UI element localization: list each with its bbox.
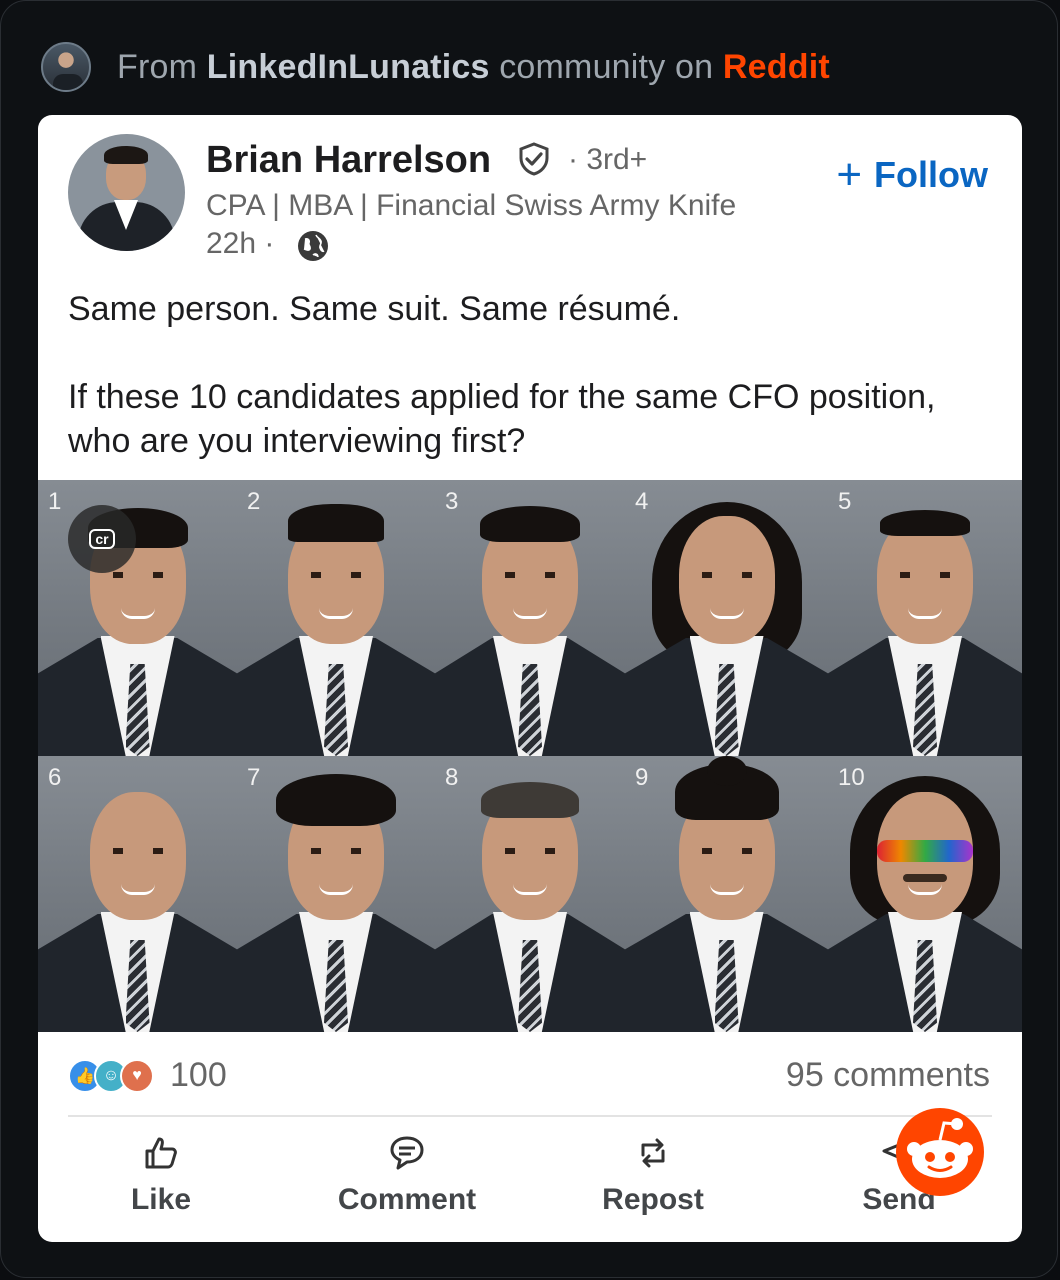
- globe-icon: [298, 231, 328, 261]
- comments-count[interactable]: 95 comments: [786, 1056, 990, 1095]
- like-label: Like: [130, 1183, 192, 1216]
- post-body: Same person. Same suit. Same résumé. If …: [68, 287, 988, 463]
- candidate-number: 3: [445, 488, 459, 515]
- source-middle: community on: [489, 47, 723, 86]
- repost-button[interactable]: Repost: [553, 1133, 753, 1233]
- source-prefix: From: [117, 47, 207, 86]
- author-avatar[interactable]: [68, 134, 185, 251]
- candidate-number: 9: [635, 764, 649, 791]
- candidate-number: 4: [635, 488, 649, 515]
- candidate-photo[interactable]: 6: [38, 756, 237, 1032]
- comment-icon: [390, 1136, 424, 1170]
- divider: [68, 1115, 992, 1117]
- comment-button[interactable]: Comment: [307, 1133, 507, 1233]
- follow-label: Follow: [874, 154, 988, 195]
- thumbs-up-icon: [145, 1137, 177, 1169]
- candidate-photo[interactable]: 1: [38, 480, 237, 756]
- post-text-line-1: Same person. Same suit. Same résumé.: [68, 290, 681, 328]
- platform-link[interactable]: Reddit: [723, 48, 830, 86]
- source-line: From LinkedInLunatics community on Reddi…: [117, 48, 830, 87]
- candidate-photo[interactable]: 5: [828, 480, 1022, 756]
- candidate-number: 7: [247, 764, 261, 791]
- linkedin-post-card: Brian Harrelson · 3rd+ CPA | MBA | Finan…: [38, 115, 1022, 1242]
- love-reaction-icon: ♥: [120, 1058, 154, 1093]
- plus-icon: +: [836, 150, 863, 199]
- post-image-grid[interactable]: 1 2 3 4 5 6 7 8 9 10: [38, 480, 1022, 1032]
- candidate-number: 8: [445, 764, 459, 791]
- repost-label: Repost: [602, 1183, 704, 1216]
- candidate-number: 2: [247, 488, 261, 515]
- candidate-number: 6: [48, 764, 62, 791]
- author-name[interactable]: Brian Harrelson: [206, 139, 491, 182]
- candidate-photo[interactable]: 10: [828, 756, 1022, 1032]
- like-button[interactable]: Like: [61, 1133, 261, 1233]
- repost-icon: [641, 1138, 665, 1168]
- candidate-photo[interactable]: 9: [625, 756, 828, 1032]
- reactions-summary[interactable]: 👍 ☺ ♥ 100: [68, 1056, 227, 1095]
- comment-label: Comment: [337, 1183, 477, 1216]
- content-credentials-badge[interactable]: cr: [68, 505, 136, 573]
- connection-degree: · 3rd+: [568, 143, 648, 176]
- community-avatar[interactable]: [41, 42, 91, 92]
- candidate-photo[interactable]: 2: [237, 480, 435, 756]
- verified-shield-icon: [519, 142, 549, 176]
- reaction-count: 100: [170, 1056, 227, 1094]
- candidate-photo[interactable]: 7: [237, 756, 435, 1032]
- cr-label: cr: [89, 529, 115, 549]
- reddit-snoo-icon[interactable]: [895, 1107, 985, 1197]
- candidate-number: 1: [48, 488, 62, 515]
- candidate-photo[interactable]: 8: [435, 756, 625, 1032]
- action-bar: Like Comment Repost Send: [38, 1133, 1022, 1233]
- candidate-number: 5: [838, 488, 852, 515]
- author-headline: CPA | MBA | Financial Swiss Army Knife: [206, 189, 737, 222]
- follow-button[interactable]: + Follow: [836, 153, 988, 197]
- post-time: 22h ·: [206, 227, 275, 260]
- candidate-photo[interactable]: 4: [625, 480, 828, 756]
- post-text-line-2: If these 10 candidates applied for the s…: [68, 378, 936, 460]
- source-header: From LinkedInLunatics community on Reddi…: [41, 41, 830, 93]
- candidate-photo[interactable]: 3: [435, 480, 625, 756]
- candidate-number: 10: [838, 764, 865, 791]
- community-link[interactable]: LinkedInLunatics: [207, 48, 490, 86]
